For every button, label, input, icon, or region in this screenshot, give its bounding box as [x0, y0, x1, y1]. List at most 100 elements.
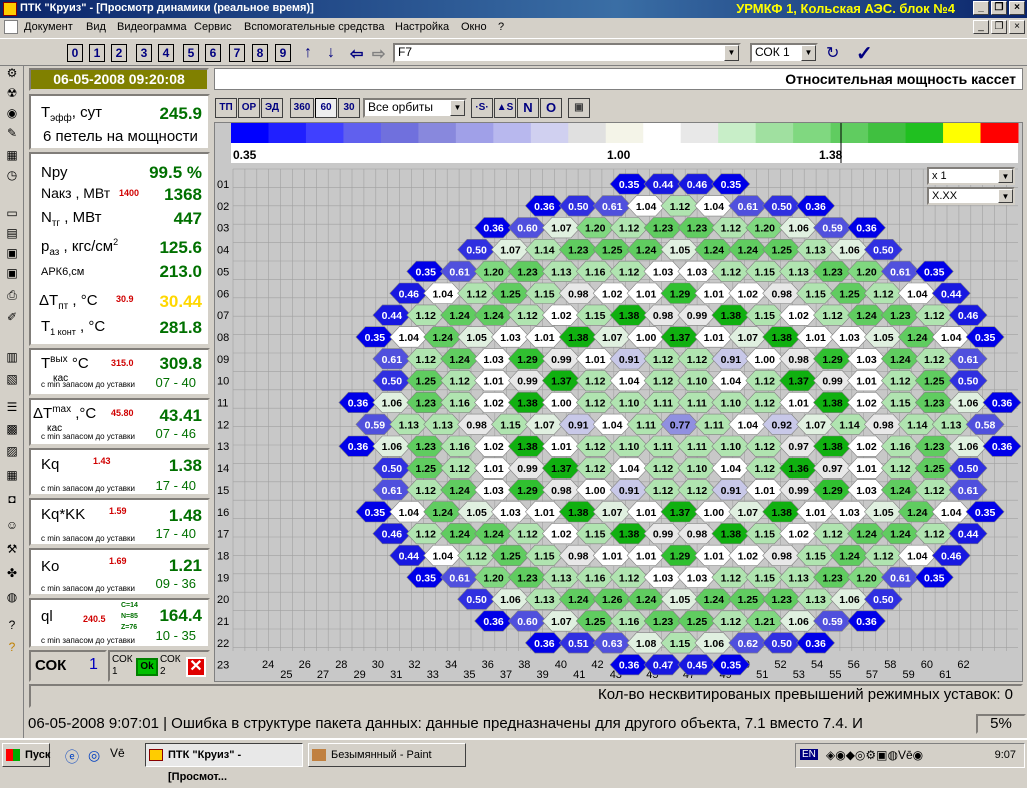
angle-30-button[interactable]: 30	[338, 98, 360, 118]
fuel-cell-value: 1.01	[704, 550, 725, 562]
chevron-down-icon[interactable]: ▼	[724, 45, 739, 61]
fuel-cell-value: 0.98	[873, 419, 894, 431]
digit-button-2[interactable]: 2	[111, 44, 127, 62]
mdi-minimize-icon[interactable]: _	[973, 20, 989, 34]
chevron-down-icon[interactable]: ▼	[998, 189, 1013, 203]
fuel-cell-value: 1.13	[432, 419, 453, 431]
task-paint[interactable]: Безымянный - Paint	[308, 743, 466, 767]
or-button[interactable]: ОР	[238, 98, 260, 118]
cancel-x-button[interactable]: ✕	[186, 657, 206, 677]
format-select[interactable]: X.XX ▼	[927, 187, 1015, 205]
clock-icon[interactable]: ◷	[5, 168, 19, 182]
tool-icon-10[interactable]: ▦	[5, 468, 19, 482]
chevron-down-icon[interactable]: ▼	[801, 45, 816, 61]
save-as-icon[interactable]: ▣	[5, 266, 19, 280]
fuel-cell-value: 1.02	[483, 398, 504, 410]
digit-button-3[interactable]: 3	[136, 44, 152, 62]
browser-icon[interactable]: ◎	[88, 747, 100, 764]
digit-button-4[interactable]: 4	[158, 44, 174, 62]
menu-help[interactable]: ?	[498, 21, 504, 33]
ie-icon[interactable]: ⓔ	[65, 747, 79, 767]
arrow-right-icon[interactable]: ⇨	[372, 44, 385, 64]
minimize-icon[interactable]: _	[973, 1, 989, 15]
tool-icon-9[interactable]: ▨	[5, 444, 19, 458]
tool-icon-7[interactable]: ▧	[5, 372, 19, 386]
angle-60-button[interactable]: 60	[315, 98, 337, 118]
close-icon[interactable]: ×	[1009, 1, 1025, 15]
scale-segment	[980, 123, 1019, 143]
s-triangle-button[interactable]: ▲S	[494, 98, 516, 118]
row-label: 09	[217, 354, 229, 366]
menu-service[interactable]: Сервис	[194, 21, 232, 33]
checkmark-icon[interactable]: ✓	[856, 41, 873, 66]
fuel-cell-value: 0.50	[873, 594, 894, 606]
menu-window[interactable]: Окно	[461, 21, 487, 33]
chevron-down-icon[interactable]: ▼	[998, 169, 1013, 183]
tool-icon-8[interactable]: ▩	[5, 422, 19, 436]
start-button[interactable]: Пуск	[2, 743, 50, 767]
tool-icon-3[interactable]: ◉	[5, 106, 19, 120]
menu-settings[interactable]: Настройка	[395, 21, 449, 33]
menu-view[interactable]: Вид	[86, 21, 106, 33]
tool-icon-6[interactable]: ▥	[5, 350, 19, 364]
menu-document[interactable]: Документ	[24, 21, 73, 33]
brush-icon[interactable]: ✐	[5, 310, 19, 324]
digit-button-5[interactable]: 5	[183, 44, 199, 62]
tool-icon-5[interactable]: ▦	[5, 148, 19, 162]
print-icon[interactable]: ⎙	[5, 288, 19, 302]
camera-icon[interactable]: ◘	[5, 492, 19, 506]
tool-icon-2[interactable]: ☢	[5, 86, 19, 100]
menu-videogram[interactable]: Видеограмма	[117, 21, 187, 33]
angle-360-button[interactable]: 360	[290, 98, 314, 118]
fuel-cell-value: 1.25	[924, 376, 945, 388]
sok-combo[interactable]: СОК 1 ▼	[750, 43, 818, 63]
fuel-cell-value: 0.98	[466, 419, 487, 431]
fuel-cell-value: 1.03	[483, 354, 504, 366]
column-label: 54	[811, 659, 823, 671]
param-combo[interactable]: F7 ▼	[393, 43, 741, 63]
arrow-up-icon[interactable]: ↑	[304, 44, 312, 62]
digit-button-9[interactable]: 9	[275, 44, 291, 62]
digit-button-6[interactable]: 6	[205, 44, 221, 62]
fuel-cell-value: 1.24	[483, 529, 504, 541]
o-button[interactable]: O	[540, 98, 562, 118]
person-icon[interactable]: ☺	[5, 518, 19, 532]
globe-icon[interactable]: ◍	[5, 590, 19, 604]
maximize-icon[interactable]: ❐	[991, 1, 1007, 15]
list-icon[interactable]: ☰	[5, 400, 19, 414]
digit-button-8[interactable]: 8	[252, 44, 268, 62]
save-disk-icon[interactable]: ▣	[568, 98, 590, 118]
lang-indicator[interactable]: EN	[800, 749, 818, 760]
arrow-down-icon[interactable]: ↓	[327, 44, 335, 62]
task-ptk[interactable]: ПТК "Круиз" - [Просмот...	[145, 743, 303, 783]
s-dot-button[interactable]: ·S·	[471, 98, 493, 118]
hammer-icon[interactable]: ⚒	[5, 542, 19, 556]
menu-tools[interactable]: Вспомогательные средства	[244, 21, 385, 33]
arrow-left-icon[interactable]: ⇦	[350, 44, 363, 64]
tool-icon-11[interactable]: ✤	[5, 566, 19, 580]
new-doc-icon[interactable]: ▭	[5, 206, 19, 220]
save-icon[interactable]: ▣	[5, 246, 19, 260]
column-label: 37	[500, 669, 512, 681]
doc-icon[interactable]	[4, 20, 18, 34]
ed-button[interactable]: ЭД	[261, 98, 283, 118]
n-button[interactable]: N	[517, 98, 539, 118]
zoom-select[interactable]: x 1 ▼	[927, 167, 1015, 185]
mdi-close-icon[interactable]: ×	[1009, 20, 1025, 34]
help-pointer-icon[interactable]: ?	[5, 618, 19, 632]
refresh-icon[interactable]: ↻	[826, 43, 839, 63]
digit-button-7[interactable]: 7	[229, 44, 245, 62]
tp-button[interactable]: ТП	[215, 98, 237, 118]
fuel-cell-value: 1.06	[382, 441, 403, 453]
ok-button[interactable]: Ok	[136, 658, 158, 676]
tool-icon-1[interactable]: ⚙	[5, 66, 19, 80]
app-shortcut-icon[interactable]: Vē	[110, 746, 125, 760]
tool-icon-4[interactable]: ✎	[5, 126, 19, 140]
mdi-restore-icon[interactable]: ❐	[991, 20, 1007, 34]
help-icon[interactable]: ?	[5, 640, 19, 654]
digit-button-1[interactable]: 1	[89, 44, 105, 62]
digit-button-0[interactable]: 0	[67, 44, 83, 62]
chevron-down-icon[interactable]: ▼	[450, 100, 465, 116]
orbit-select[interactable]: Все орбиты ▼	[363, 98, 467, 118]
open-folder-icon[interactable]: ▤	[5, 226, 19, 240]
